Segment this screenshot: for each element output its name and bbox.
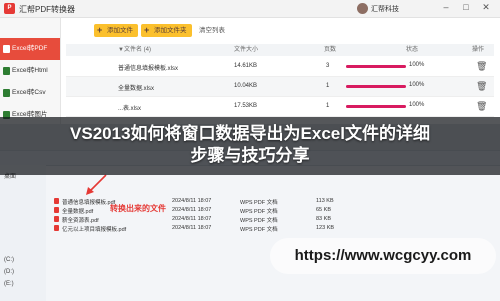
- excel-icon: [3, 45, 10, 53]
- file-size: 17.53KB: [234, 103, 258, 109]
- add-folder-button[interactable]: + 添加文件夹: [141, 24, 192, 37]
- file-date: 2024/8/11 18:07: [172, 198, 212, 204]
- converter-window: P 汇帮PDF转换器 汇帮科技 – □ ✕ Excel转PDF Excel转Ht…: [0, 0, 500, 124]
- file-size: 65 KB: [316, 207, 331, 213]
- maximize-icon[interactable]: □: [460, 2, 472, 12]
- table-header: ▼文件名 (4) 文件大小 页数 状态 操作: [66, 44, 494, 56]
- file-name: 普通信息填报模板.xlsx: [118, 66, 179, 72]
- page-count: 3: [326, 63, 330, 69]
- add-file-label: 添加文件: [107, 27, 133, 34]
- sidebar-item-label: Excel转Html: [12, 67, 48, 74]
- sidebar-item-excel-to-pdf[interactable]: Excel转PDF: [0, 38, 60, 60]
- progress-percent: 100%: [409, 62, 425, 68]
- annotation-arrow-icon: [86, 174, 107, 195]
- file-size: 113 KB: [316, 198, 334, 204]
- app-logo-icon: P: [4, 3, 15, 14]
- delete-icon[interactable]: 🗑: [476, 101, 487, 112]
- progress-bar: [346, 65, 406, 68]
- progress-percent: 100%: [409, 82, 425, 88]
- progress-fill: [346, 85, 406, 88]
- page-count: 1: [326, 103, 330, 109]
- plus-icon: +: [97, 25, 103, 35]
- file-size: 123 KB: [316, 225, 335, 231]
- file-size: 14.61KB: [234, 63, 258, 69]
- headline-line-2: 步骤与技巧分享: [190, 146, 310, 165]
- table-row[interactable]: ...表.xlsx 17.53KB 1 100% 🗑: [66, 97, 494, 117]
- plus-icon: +: [144, 25, 150, 35]
- file-name: 全量数据.pdf: [62, 209, 94, 215]
- progress-bar: [346, 105, 406, 108]
- file-date: 2024/8/11 18:07: [172, 225, 212, 231]
- file-type: WPS PDF 文档: [240, 218, 278, 224]
- explorer-nav-pane: 桌面 (C:) (D:) (E:): [0, 165, 46, 301]
- sidebar-item-label: Excel转Csv: [12, 89, 46, 96]
- column-size: 文件大小: [234, 47, 259, 53]
- close-icon[interactable]: ✕: [480, 2, 492, 13]
- file-type: WPS PDF 文档: [240, 227, 278, 233]
- progress-fill: [346, 65, 406, 68]
- page-count: 1: [326, 83, 330, 89]
- add-folder-label: 添加文件夹: [154, 27, 187, 34]
- add-file-button[interactable]: + 添加文件: [94, 24, 138, 37]
- table-row[interactable]: 普通信息填报模板.xlsx 14.61KB 3 100% 🗑: [66, 57, 494, 77]
- headline: VS2013如何将窗口数据导出为Excel文件的详细 步骤与技巧分享: [0, 123, 500, 167]
- column-name[interactable]: ▼文件名 (4): [118, 44, 151, 56]
- username[interactable]: 汇帮科技: [371, 4, 399, 14]
- progress-percent: 100%: [409, 102, 425, 108]
- file-type: WPS PDF 文档: [240, 200, 278, 206]
- table-row[interactable]: 全量数据.xlsx 10.04KB 1 100% 🗑: [66, 77, 494, 97]
- watermark: https://www.wcgcyy.com: [270, 238, 496, 274]
- title-bar: P 汇帮PDF转换器 汇帮科技 – □ ✕: [0, 0, 500, 18]
- headline-line-1: VS2013如何将窗口数据导出为Excel文件的详细: [70, 124, 430, 143]
- delete-icon[interactable]: 🗑: [476, 61, 487, 72]
- sidebar-item-label: Excel转PDF: [12, 45, 48, 52]
- sidebar-item-excel-to-csv[interactable]: Excel转Csv: [0, 82, 60, 104]
- excel-icon: [3, 89, 10, 97]
- file-date: 2024/8/11 18:07: [172, 216, 212, 222]
- minimize-icon[interactable]: –: [440, 2, 452, 12]
- nav-item[interactable]: (C:): [4, 257, 14, 263]
- app-title: 汇帮PDF转换器: [19, 5, 75, 14]
- pdf-icon: [54, 216, 59, 222]
- file-name: 全量数据.xlsx: [118, 86, 155, 92]
- file-date: 2024/8/11 18:07: [172, 207, 212, 213]
- file-type: WPS PDF 文档: [240, 209, 278, 215]
- sidebar: Excel转PDF Excel转Html Excel转Csv Excel转图片: [0, 18, 61, 124]
- clear-list-button[interactable]: 清空列表: [199, 24, 225, 37]
- file-name: 亿元以上项目填报模板.pdf: [62, 227, 127, 233]
- pdf-icon: [54, 207, 59, 213]
- pdf-icon: [54, 225, 59, 231]
- pdf-icon: [54, 198, 59, 204]
- column-pages: 页数: [324, 47, 337, 53]
- avatar[interactable]: [357, 3, 368, 14]
- file-size: 83 KB: [316, 216, 331, 222]
- delete-icon[interactable]: 🗑: [476, 81, 487, 92]
- file-size: 10.04KB: [234, 83, 258, 89]
- excel-icon: [3, 67, 10, 75]
- nav-item[interactable]: (E:): [4, 281, 14, 287]
- column-status: 状态: [406, 47, 419, 53]
- sidebar-item-excel-to-html[interactable]: Excel转Html: [0, 60, 60, 82]
- progress-bar: [346, 85, 406, 88]
- file-name: 薪全资源表.pdf: [62, 218, 99, 224]
- nav-item[interactable]: (D:): [4, 269, 14, 275]
- column-action: 操作: [472, 47, 485, 53]
- annotation-text: 转换出来的文件: [110, 204, 166, 213]
- file-name: ...表.xlsx: [118, 106, 142, 112]
- file-name: 普通信息填报模板.pdf: [62, 200, 116, 206]
- progress-fill: [346, 105, 406, 108]
